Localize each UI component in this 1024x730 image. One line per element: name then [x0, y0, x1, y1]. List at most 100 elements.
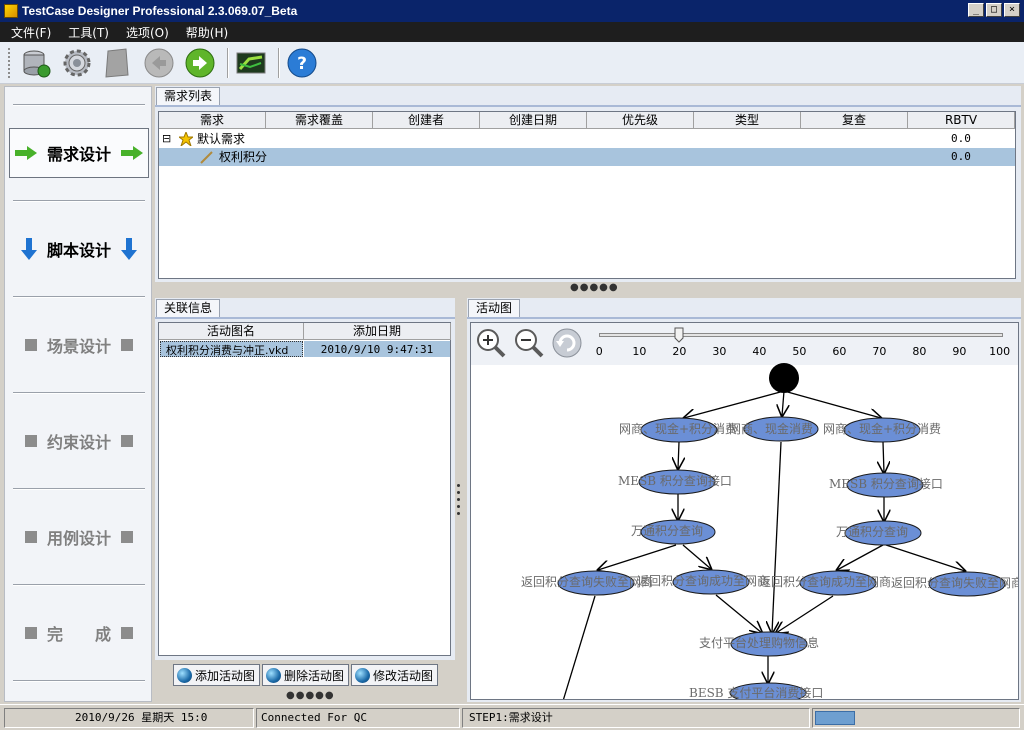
nav-item-script-design[interactable]: 脚本设计 — [9, 224, 149, 274]
delete-activity-diagram-button[interactable]: 删除活动图 — [262, 664, 350, 686]
status-bar: 2010/9/26 星期天 15:0 Connected For QC STEP… — [0, 704, 1024, 730]
app-logo-icon — [4, 4, 18, 18]
menu-options[interactable]: 选项(O) — [115, 24, 175, 41]
column-header-type[interactable]: 类型 — [694, 112, 801, 129]
maximize-button[interactable]: □ — [986, 3, 1002, 17]
toolbar: ? — [0, 42, 1024, 84]
flow-edge — [783, 390, 881, 418]
list-item[interactable]: 权利积分消费与冲正.vkd 2010/9/10 9:47:31 — [159, 341, 450, 358]
toolbar-grip[interactable] — [8, 47, 12, 78]
nav-separator — [13, 392, 145, 394]
related-info-panel: 关联信息 活动图名 添加日期 权利积分消费与冲正.vkd 2010/9/10 9… — [155, 298, 455, 660]
globe-icon — [355, 667, 370, 683]
node-label: MESB 积分查询接口 — [829, 476, 943, 491]
horizontal-splitter[interactable]: ●●●●● — [570, 282, 619, 293]
column-header-created-date[interactable]: 创建日期 — [480, 112, 587, 129]
node-label: 网商、现金+积分消费 — [823, 421, 941, 436]
column-header-added-date[interactable]: 添加日期 — [304, 323, 451, 340]
nav-item-usecase-design[interactable]: 用例设计 — [9, 512, 149, 562]
nav-item-requirements-design[interactable]: 需求设计 — [9, 128, 149, 178]
svg-text:?: ? — [297, 54, 307, 74]
flow-edge — [776, 595, 834, 633]
column-header-rbtv[interactable]: RBTV — [908, 112, 1015, 129]
forward-button[interactable] — [182, 45, 218, 81]
column-header-coverage[interactable]: 需求覆盖 — [266, 112, 373, 129]
button-label: 修改活动图 — [373, 668, 434, 683]
menu-tools[interactable]: 工具(T) — [57, 24, 115, 41]
activity-diagram-panel: 活动图 0 10 20 30 40 50 60 70 80 90 100 网商、… — [467, 298, 1021, 702]
tab-underline — [467, 317, 1021, 319]
requirement-rbtv: 0.0 — [951, 132, 971, 145]
nav-item-finish[interactable]: 完 成 — [9, 608, 149, 658]
disabled-square-icon — [121, 339, 133, 351]
flow-edge — [598, 544, 677, 570]
activity-flow-diagram: 网商、现金+积分消费 网商、现金消费 网商、现金+积分消费 MESB 积分查询接… — [521, 363, 1018, 699]
globe-icon — [266, 667, 281, 683]
vertical-splitter[interactable] — [457, 484, 461, 519]
back-icon — [144, 48, 174, 77]
status-connection: Connected For QC — [256, 708, 460, 728]
toolbar-separator — [227, 47, 229, 78]
add-activity-diagram-button[interactable]: 添加活动图 — [173, 664, 261, 686]
tab-underline — [155, 105, 1021, 107]
column-header-priority[interactable]: 优先级 — [587, 112, 694, 129]
requirements-grid: 需求 需求覆盖 创建者 创建日期 优先级 类型 复查 RBTV ⊟ 默认需求 0… — [158, 111, 1016, 279]
flow-edge — [837, 544, 884, 570]
column-header-creator[interactable]: 创建者 — [373, 112, 480, 129]
status-progress-bar — [812, 708, 1020, 728]
activity-canvas: 0 10 20 30 40 50 60 70 80 90 100 网商、现金+积… — [470, 322, 1019, 700]
close-button[interactable]: × — [1004, 3, 1020, 17]
tab-related-info[interactable]: 关联信息 — [156, 299, 221, 317]
settings-button[interactable] — [59, 45, 95, 81]
tab-activity-diagram[interactable]: 活动图 — [468, 299, 521, 317]
minimize-button[interactable]: _ — [968, 3, 984, 17]
nav-separator — [13, 104, 145, 106]
button-label: 删除活动图 — [284, 668, 345, 683]
back-button[interactable] — [141, 45, 177, 81]
window-title: TestCase Designer Professional 2.3.069.0… — [22, 4, 298, 18]
nav-item-label: 用例设计 — [46, 529, 111, 548]
column-header-review[interactable]: 复查 — [801, 112, 908, 129]
blue-down-arrow-icon — [20, 238, 37, 260]
column-header-requirement[interactable]: 需求 — [159, 112, 266, 129]
flow-edge — [562, 595, 596, 699]
database-icon — [23, 50, 51, 77]
nav-item-constraint-design[interactable]: 约束设计 — [9, 416, 149, 466]
tab-underline — [155, 317, 455, 319]
image-button[interactable] — [233, 45, 269, 81]
node-label: MESB 积分查询接口 — [618, 473, 732, 488]
menu-file[interactable]: 文件(F) — [0, 24, 57, 41]
tree-expander-icon[interactable]: ⊟ — [162, 130, 171, 148]
disabled-square-icon — [121, 627, 133, 639]
page-icon — [105, 47, 129, 78]
disabled-square-icon — [24, 531, 37, 543]
tree-row-default-requirement[interactable]: ⊟ 默认需求 0.0 — [159, 130, 1015, 148]
toolbar-separator — [278, 47, 280, 78]
help-button[interactable]: ? — [284, 45, 320, 81]
page-button[interactable] — [100, 45, 136, 81]
menu-help[interactable]: 帮助(H) — [175, 24, 234, 41]
gear-icon — [63, 49, 91, 76]
tab-requirements-list[interactable]: 需求列表 — [156, 87, 221, 105]
node-label: 返回积分查询成功至网商 — [637, 573, 769, 588]
image-icon — [236, 52, 266, 73]
blue-down-arrow-icon — [121, 238, 137, 260]
node-label: 支付平台处理购物信息 — [699, 635, 819, 650]
tree-row-rights-points[interactable]: 权利积分 0.0 — [159, 148, 1015, 166]
horizontal-splitter[interactable]: ●●●●● — [286, 690, 335, 701]
diagram-date: 2010/9/10 9:47:31 — [304, 341, 450, 357]
activity-diagram-list: 活动图名 添加日期 权利积分消费与冲正.vkd 2010/9/10 9:47:3… — [158, 322, 451, 656]
column-header-diagram-name[interactable]: 活动图名 — [159, 323, 304, 340]
modify-activity-diagram-button[interactable]: 修改活动图 — [351, 664, 439, 686]
node-label: 万通积分查询 — [836, 525, 908, 539]
progress-fill — [815, 711, 855, 725]
flow-edge — [772, 441, 782, 633]
nav-item-label: 约束设计 — [46, 433, 111, 452]
pencil-icon — [200, 151, 213, 164]
initial-node[interactable] — [769, 363, 799, 393]
database-button[interactable] — [18, 45, 54, 81]
flow-edge — [684, 390, 785, 418]
nav-item-label: 需求设计 — [46, 145, 111, 164]
nav-item-scenario-design[interactable]: 场景设计 — [9, 320, 149, 370]
disabled-square-icon — [24, 339, 37, 351]
